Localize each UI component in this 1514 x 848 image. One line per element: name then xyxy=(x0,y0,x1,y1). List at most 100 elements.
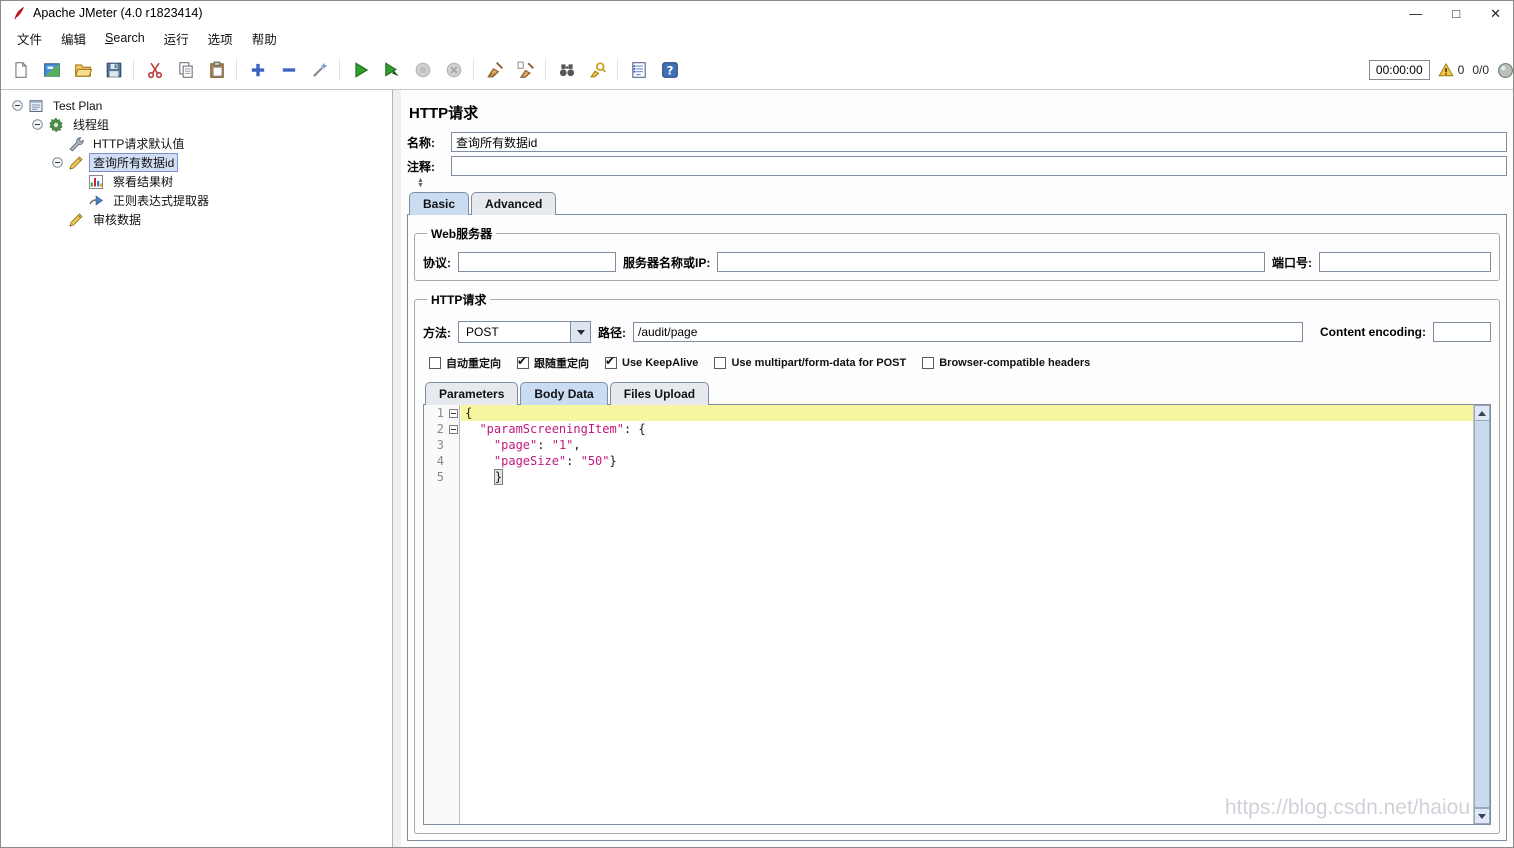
fold-toggle-icon[interactable] xyxy=(446,405,461,421)
stop-button[interactable] xyxy=(407,55,438,86)
menu-item-run[interactable]: 运行 xyxy=(162,27,191,50)
editor-line[interactable]: 4 "pageSize": "50"} xyxy=(424,453,1473,469)
new-file-button[interactable] xyxy=(5,55,36,86)
cut-button[interactable] xyxy=(139,55,170,86)
toolbar-separator xyxy=(129,57,139,83)
checkbox-use-keepalive[interactable]: ✔ Use KeepAlive xyxy=(605,354,698,369)
tree-expand-toggle[interactable] xyxy=(51,156,64,169)
tree-node-test-plan[interactable]: Test Plan xyxy=(7,96,390,115)
checkbox-box-icon xyxy=(922,357,935,369)
menu-item-search[interactable]: Search xyxy=(103,29,147,47)
checkbox-use-multipart-form-data[interactable]: Use multipart/form-data for POST xyxy=(714,357,906,369)
http-request-group-title: HTTP请求 xyxy=(431,293,487,307)
maximize-button[interactable]: □ xyxy=(1452,7,1460,20)
tree-node-label: 审核数据 xyxy=(93,213,142,227)
scroll-down-button[interactable] xyxy=(1474,808,1490,824)
help-button[interactable]: ? xyxy=(654,55,685,86)
body-data-tabs: Parameters Body Data Files Upload xyxy=(425,382,1491,405)
templates-button[interactable] xyxy=(36,55,67,86)
port-input[interactable] xyxy=(1319,252,1491,272)
comments-input[interactable] xyxy=(451,156,1507,176)
save-button[interactable] xyxy=(98,55,129,86)
search-reset-button[interactable] xyxy=(582,55,613,86)
collapse-all-button[interactable] xyxy=(273,55,304,86)
active-threads-count: 0/0 xyxy=(1472,63,1489,77)
start-button[interactable] xyxy=(345,55,376,86)
method-selected-value: POST xyxy=(466,325,499,339)
test-status-led-icon xyxy=(1497,62,1513,79)
search-button[interactable] xyxy=(551,55,582,86)
combo-dropdown-button[interactable] xyxy=(570,322,590,342)
warning-count: 0 xyxy=(1457,63,1465,77)
fold-toggle-icon[interactable] xyxy=(446,421,461,437)
log-errors-indicator[interactable]: 0 xyxy=(1438,62,1465,78)
start-icon xyxy=(352,61,370,79)
tab-files-upload[interactable]: Files Upload xyxy=(609,382,710,405)
menu-item-options[interactable]: 选项 xyxy=(206,27,235,50)
open-folder-icon xyxy=(74,61,92,79)
tree-node-thread-group[interactable]: 线程组 xyxy=(7,115,390,134)
expand-all-button[interactable] xyxy=(242,55,273,86)
function-helper-button[interactable] xyxy=(623,55,654,86)
toggle-button[interactable] xyxy=(304,55,335,86)
basic-tab-content: Web服务器 协议: 服务器名称或IP: 端口号: HTTP请求 方法: POS… xyxy=(407,214,1507,841)
server-name-input[interactable] xyxy=(717,252,1265,272)
tree-node-audit-data[interactable]: 审核数据 xyxy=(7,210,390,229)
tab-advanced[interactable]: Advanced xyxy=(471,192,557,215)
chevron-down-icon xyxy=(576,329,585,335)
tree-node-regex-extractor[interactable]: 正则表达式提取器 xyxy=(7,191,390,210)
protocol-input[interactable] xyxy=(458,252,616,272)
tab-basic[interactable]: Basic xyxy=(409,192,470,215)
clear-button[interactable] xyxy=(479,55,510,86)
http-options-checkboxes: 自动重定向 ✔ 跟随重定向 ✔ Use KeepAlive Use multipart/f… xyxy=(423,354,1491,371)
checkbox-browser-compatible-headers[interactable]: Browser-compatible headers xyxy=(922,357,1090,369)
clear-all-button[interactable] xyxy=(510,55,541,86)
svg-text:?: ? xyxy=(666,64,673,78)
wrench-icon xyxy=(68,136,84,152)
name-input[interactable] xyxy=(451,132,1507,152)
expand-all-icon xyxy=(249,61,267,79)
body-data-editor[interactable]: 1{2 "paramScreeningItem": {3 "page": "1"… xyxy=(424,405,1490,824)
arrow-icon xyxy=(88,193,104,209)
tree-expand-toggle[interactable] xyxy=(11,99,24,112)
checkbox-label: Browser-compatible headers xyxy=(939,357,1091,369)
tree-expand-toggle[interactable] xyxy=(31,118,44,131)
editor-line[interactable]: 3 "page": "1", xyxy=(424,437,1473,453)
editor-line[interactable]: 1{ xyxy=(424,405,1473,421)
tab-parameters[interactable]: Parameters xyxy=(425,382,519,405)
scrollbar-thumb[interactable] xyxy=(1474,421,1490,808)
open-file-button[interactable] xyxy=(67,55,98,86)
search-icon xyxy=(558,61,576,79)
protocol-label: 协议: xyxy=(423,255,451,270)
checkbox-follow-redirects[interactable]: ✔ 跟随重定向 xyxy=(517,354,589,371)
editor-line[interactable]: 5 } xyxy=(424,469,1473,485)
minimize-button[interactable]: — xyxy=(1409,7,1422,20)
comments-label: 注释: xyxy=(407,159,435,174)
editor-vertical-scrollbar[interactable] xyxy=(1473,405,1490,824)
path-input[interactable] xyxy=(633,322,1304,342)
body-data-tab-content: 1{2 "paramScreeningItem": {3 "page": "1"… xyxy=(423,404,1491,825)
search-reset-icon xyxy=(589,61,607,79)
start-no-pauses-button[interactable] xyxy=(376,55,407,86)
copy-button[interactable] xyxy=(170,55,201,86)
editor-line[interactable]: 2 "paramScreeningItem": { xyxy=(424,421,1473,437)
scroll-up-button[interactable] xyxy=(1474,405,1490,421)
content-encoding-input[interactable] xyxy=(1433,322,1491,342)
menu-item-file[interactable]: 文件 xyxy=(15,27,44,50)
paste-button[interactable] xyxy=(201,55,232,86)
code-text: { xyxy=(461,405,1473,421)
toggle-icon xyxy=(311,61,329,79)
menu-item-help[interactable]: 帮助 xyxy=(250,27,279,50)
checkbox-auto-redirect[interactable]: 自动重定向 xyxy=(429,355,501,371)
split-pane-divider[interactable] xyxy=(392,90,401,847)
close-button[interactable]: ✕ xyxy=(1490,7,1501,20)
tree-node-http-request-defaults[interactable]: HTTP请求默认值 xyxy=(7,134,390,153)
method-select[interactable]: POST xyxy=(458,321,591,343)
tab-body-data[interactable]: Body Data xyxy=(520,382,608,405)
checkbox-label: 跟随重定向 xyxy=(534,358,589,370)
tree-node-query-all-data-id[interactable]: 查询所有数据id xyxy=(7,153,390,172)
panel-title: HTTP请求 xyxy=(409,105,479,122)
tree-node-view-results-tree[interactable]: 察看结果树 xyxy=(7,172,390,191)
menu-item-edit[interactable]: 编辑 xyxy=(59,27,88,50)
shutdown-button[interactable] xyxy=(438,55,469,86)
